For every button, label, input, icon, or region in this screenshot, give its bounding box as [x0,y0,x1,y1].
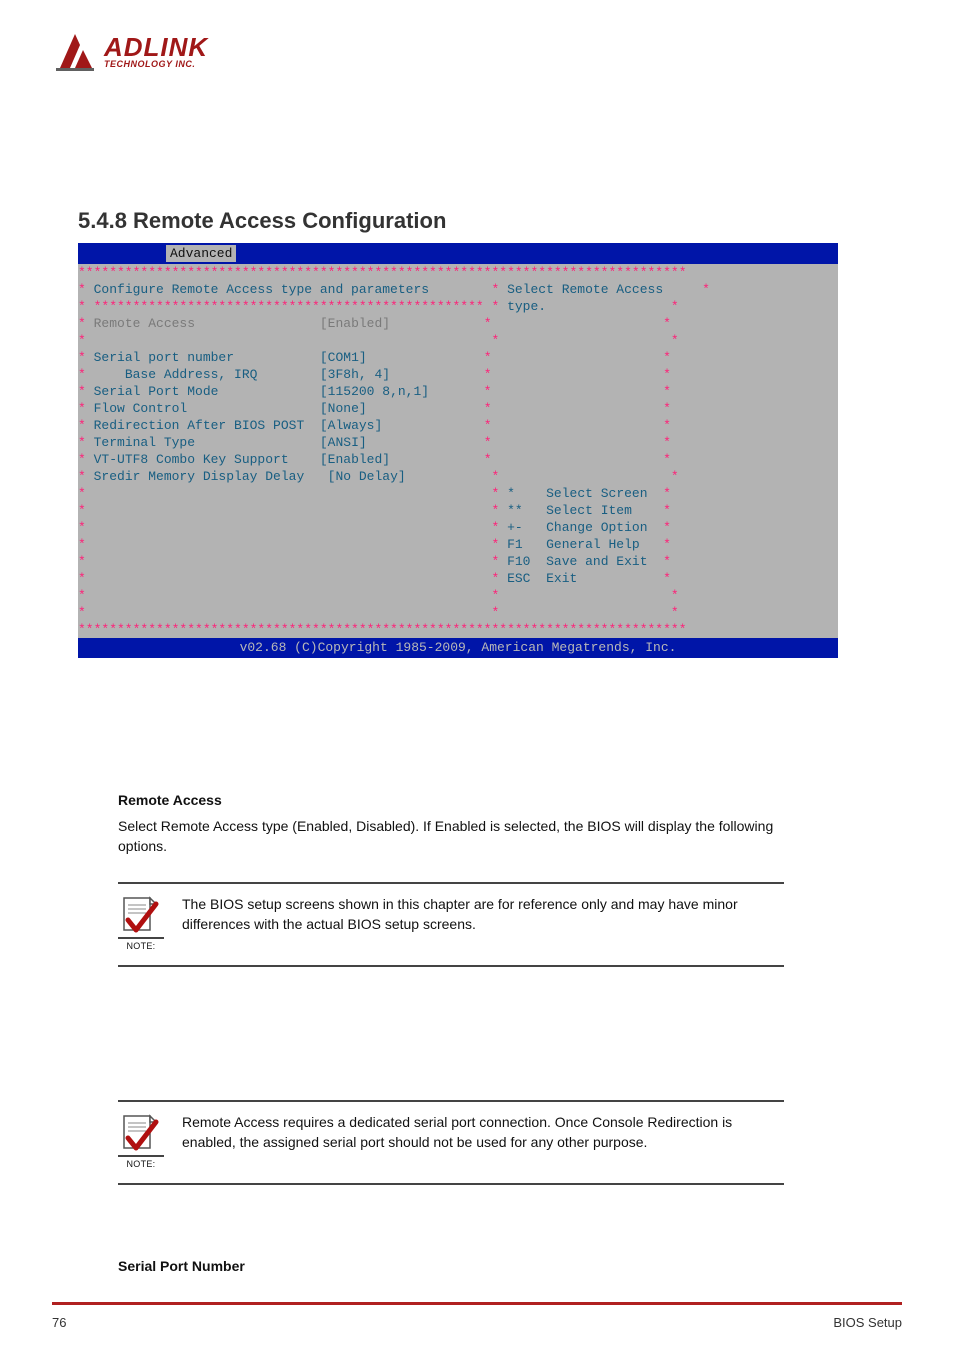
bios-item[interactable]: * Serial port number [COM1] * * [78,349,838,366]
brand-logo: ADLINK TECHNOLOGY INC. [52,28,208,74]
logo-text: ADLINK TECHNOLOGY INC. [104,34,208,69]
bios-item[interactable]: * Flow Control [None] * * [78,400,838,417]
bios-item[interactable]: * Serial Port Mode [115200 8,n,1] * * [78,383,838,400]
bios-help-1: Select Remote Access [507,282,663,297]
bios-header-row2: * **************************************… [78,298,838,315]
logo-sub: TECHNOLOGY INC. [104,60,208,69]
divider [118,882,784,884]
bios-item[interactable]: * Sredir Memory Display Delay [No Delay]… [78,468,838,485]
bios-nav: * * ESC Exit * [78,570,838,587]
bios-item[interactable]: * Base Address, IRQ [3F8h, 4] * * [78,366,838,383]
divider [118,937,164,939]
bios-nav: * * F1 General Help * [78,536,838,553]
note-label: NOTE: [126,941,155,951]
bios-sel-value: [Enabled] [320,316,390,331]
remote-access-heading: Remote Access [118,792,222,808]
divider [118,965,784,967]
bios-help-2: type. [507,299,546,314]
bios-blank: * * * [78,604,838,621]
note-text: The BIOS setup screens shown in this cha… [182,894,784,935]
bios-body: ****************************************… [78,264,838,638]
divider [118,1183,784,1185]
bios-tabbar: Advanced [78,243,838,264]
bios-header-row: * Configure Remote Access type and param… [78,281,838,298]
page-number: 76 [52,1315,66,1330]
note-text: Remote Access requires a dedicated seria… [182,1112,784,1153]
bios-nav: * * F10 Save and Exit * [78,553,838,570]
bios-blank: * * * [78,332,838,349]
bios-active-tab[interactable]: Advanced [166,245,236,262]
bios-footer: v02.68 (C)Copyright 1985-2009, American … [78,638,838,658]
note-check-icon [122,894,160,936]
note-icon-col: NOTE: [118,894,164,951]
footer-rule [52,1302,902,1305]
bios-nav: * * ** Select Item * [78,502,838,519]
bios-nav: * * +- Change Option * [78,519,838,536]
logo-main: ADLINK [104,34,208,60]
serial-port-heading: Serial Port Number [118,1258,245,1274]
divider [118,1155,164,1157]
bios-nav: * * * Select Screen * [78,485,838,502]
bios-sel-label: Remote Access [94,316,195,331]
bios-item[interactable]: * VT-UTF8 Combo Key Support [Enabled] * … [78,451,838,468]
logo-mark-icon [52,28,98,74]
bios-border: ****************************************… [78,264,838,281]
divider [118,1100,784,1102]
note-label: NOTE: [126,1159,155,1169]
bios-selected-item[interactable]: * Remote Access [Enabled] * * [78,315,838,332]
note-block-1: NOTE: The BIOS setup screens shown in th… [118,882,784,967]
bios-item[interactable]: * Terminal Type [ANSI] * * [78,434,838,451]
bios-screenshot: Advanced *******************************… [78,243,838,658]
note-block-2: NOTE: Remote Access requires a dedicated… [118,1100,784,1185]
note-icon-col: NOTE: [118,1112,164,1169]
footer-doc-title: BIOS Setup [833,1315,902,1330]
bios-blank: * * * [78,587,838,604]
remote-access-body: Select Remote Access type (Enabled, Disa… [118,816,784,857]
subsection-heading: Serial Port Number [118,1256,784,1276]
bios-border: ****************************************… [78,621,838,638]
section-heading: 5.4.8 Remote Access Configuration [78,208,446,234]
bios-title: Configure Remote Access type and paramet… [94,282,429,297]
note-check-icon [122,1112,160,1154]
subsection-heading: Remote Access [118,790,784,810]
bios-item[interactable]: * Redirection After BIOS POST [Always] *… [78,417,838,434]
